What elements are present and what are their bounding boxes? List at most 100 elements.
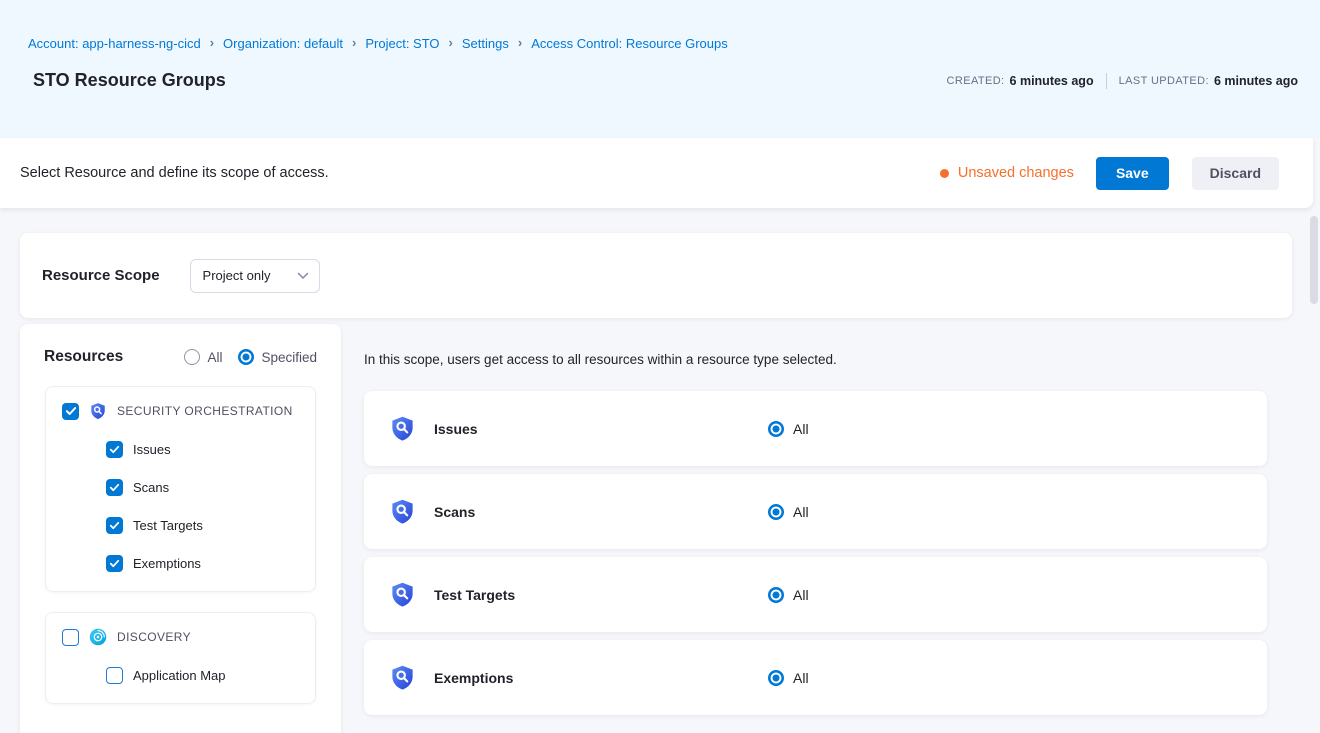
resource-card-label: Exemptions (434, 670, 513, 686)
test-targets-checkbox[interactable] (106, 517, 123, 534)
resources-panel: Resources All Specified (20, 324, 341, 733)
application-map-checkbox[interactable] (106, 667, 123, 684)
unsaved-changes-label: Unsaved changes (958, 165, 1074, 181)
shield-search-icon (89, 402, 107, 420)
access-radio-group: All (768, 504, 809, 520)
resource-scope-card: Resource Scope Project only (20, 233, 1292, 318)
resource-item-exemptions: Exemptions (106, 555, 299, 572)
access-all-radio[interactable] (768, 587, 784, 603)
save-button[interactable]: Save (1096, 157, 1169, 190)
created-value: 6 minutes ago (1010, 74, 1094, 88)
scrollbar-thumb[interactable] (1310, 216, 1318, 304)
radio-specified-label: Specified (261, 350, 317, 365)
resource-item-scans: Scans (106, 479, 299, 496)
check-icon (109, 483, 120, 492)
timestamps: CREATED: 6 minutes ago LAST UPDATED: 6 m… (947, 73, 1298, 89)
resource-item-issues: Issues (106, 441, 299, 458)
group-header: SECURITY ORCHESTRATION (62, 402, 299, 420)
access-all-label: All (793, 421, 809, 437)
content-area: Resource Scope Project only Resources Al… (0, 208, 1320, 733)
scope-access-area: In this scope, users get access to all r… (341, 324, 1320, 715)
scans-checkbox[interactable] (106, 479, 123, 496)
last-updated-value: 6 minutes ago (1214, 74, 1298, 88)
page-header: Account: app-harness-ng-cicd › Organizat… (0, 0, 1320, 138)
exemptions-checkbox[interactable] (106, 555, 123, 572)
page-title: STO Resource Groups (28, 70, 226, 91)
action-bar: Select Resource and define its scope of … (0, 138, 1313, 208)
scrollbar (1310, 212, 1319, 732)
chevron-right-icon: › (518, 35, 522, 50)
resource-item-label: Exemptions (133, 556, 201, 571)
resource-card-label: Scans (434, 504, 475, 520)
resources-title: Resources (44, 348, 123, 366)
scope-info-text: In this scope, users get access to all r… (364, 352, 1320, 367)
check-icon (109, 445, 120, 454)
issues-checkbox[interactable] (106, 441, 123, 458)
last-updated-label: LAST UPDATED: (1119, 75, 1209, 87)
resource-card-exemptions: Exemptions All (364, 640, 1267, 715)
access-all-label: All (793, 587, 809, 603)
access-all-radio[interactable] (768, 670, 784, 686)
radio-option-all[interactable]: All (184, 349, 222, 365)
resource-groups-page: Account: app-harness-ng-cicd › Organizat… (0, 0, 1320, 733)
discard-button[interactable]: Discard (1192, 157, 1279, 190)
radar-icon (89, 628, 107, 646)
resource-item-label: Application Map (133, 668, 226, 683)
group-label: DISCOVERY (117, 630, 191, 644)
check-icon (65, 406, 77, 416)
chevron-right-icon: › (352, 35, 356, 50)
access-all-radio[interactable] (768, 421, 784, 437)
resource-item-application-map: Application Map (106, 667, 299, 684)
group-label: SECURITY ORCHESTRATION (117, 404, 293, 418)
resources-panel-header: Resources All Specified (20, 348, 341, 366)
resource-group-discovery: DISCOVERY Application Map (45, 612, 316, 704)
resource-group-security-orchestration: SECURITY ORCHESTRATION Issues Scans (45, 386, 316, 592)
resource-scope-select[interactable]: Project only (190, 259, 320, 293)
radio-option-specified[interactable]: Specified (238, 349, 317, 365)
breadcrumb-link-settings[interactable]: Settings (462, 36, 509, 51)
group-header: DISCOVERY (62, 628, 299, 646)
resource-cards: Issues All (364, 391, 1267, 715)
shield-search-icon (389, 664, 416, 691)
access-radio-group: All (768, 421, 809, 437)
access-all-radio[interactable] (768, 504, 784, 520)
shield-search-icon (389, 581, 416, 608)
resource-card-label: Issues (434, 421, 478, 437)
chevron-down-icon (297, 272, 309, 280)
radio-all-label: All (207, 350, 222, 365)
security-orchestration-checkbox[interactable] (62, 403, 79, 420)
breadcrumb-link-organization[interactable]: Organization: default (223, 36, 343, 51)
access-all-label: All (793, 504, 809, 520)
check-icon (109, 559, 120, 568)
resource-item-label: Test Targets (133, 518, 203, 533)
resource-card-scans: Scans All (364, 474, 1267, 549)
resource-item-label: Scans (133, 480, 169, 495)
chevron-right-icon: › (449, 35, 453, 50)
resource-card-label: Test Targets (434, 587, 515, 603)
radio-all-icon[interactable] (184, 349, 200, 365)
access-radio-group: All (768, 670, 809, 686)
check-icon (109, 521, 120, 530)
resources-mode-radio-group: All Specified (184, 349, 317, 365)
resource-scope-value: Project only (203, 268, 271, 283)
resource-item-label: Issues (133, 442, 171, 457)
access-all-label: All (793, 670, 809, 686)
radio-specified-icon[interactable] (238, 349, 254, 365)
created-label: CREATED: (947, 75, 1005, 87)
divider (1106, 73, 1107, 89)
resource-card-test-targets: Test Targets All (364, 557, 1267, 632)
breadcrumb-link-project[interactable]: Project: STO (365, 36, 439, 51)
resource-scope-label: Resource Scope (42, 267, 160, 284)
breadcrumb: Account: app-harness-ng-cicd › Organizat… (28, 36, 1298, 51)
resource-item-test-targets: Test Targets (106, 517, 299, 534)
unsaved-dot-icon (940, 169, 949, 178)
title-row: STO Resource Groups CREATED: 6 minutes a… (28, 70, 1298, 91)
breadcrumb-link-resource-groups[interactable]: Access Control: Resource Groups (531, 36, 728, 51)
action-buttons: Unsaved changes Save Discard (940, 157, 1279, 190)
chevron-right-icon: › (210, 35, 214, 50)
breadcrumb-link-account[interactable]: Account: app-harness-ng-cicd (28, 36, 201, 51)
shield-search-icon (389, 498, 416, 525)
discovery-checkbox[interactable] (62, 629, 79, 646)
shield-search-icon (389, 415, 416, 442)
body-grid: Resources All Specified (20, 324, 1320, 733)
